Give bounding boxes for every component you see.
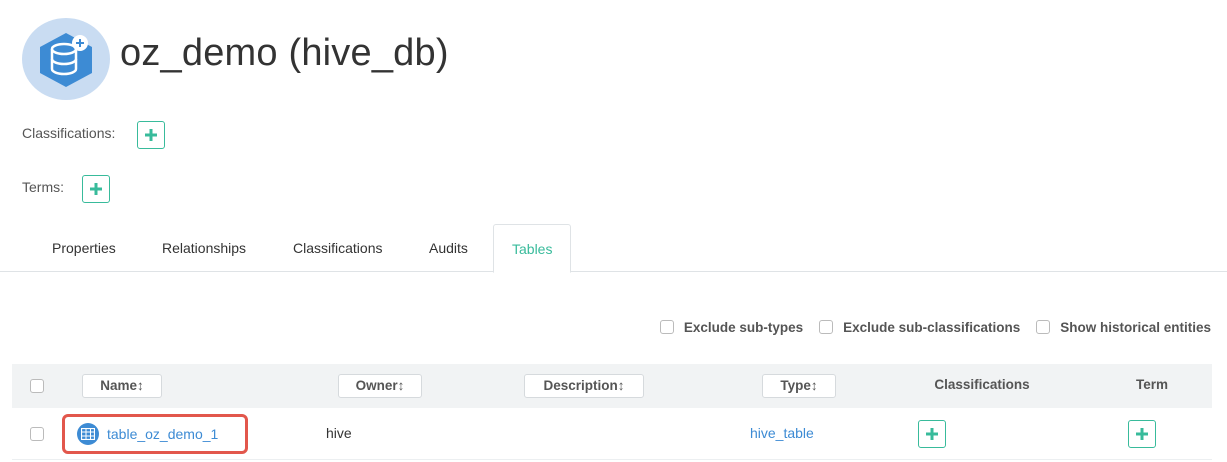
table-filters: Exclude sub-types Exclude sub-classifica…	[659, 316, 1211, 338]
tab-classifications[interactable]: Classifications	[293, 224, 382, 272]
plus-icon	[926, 428, 938, 440]
page-title: oz_demo (hive_db)	[120, 32, 449, 74]
type-link[interactable]: hive_table	[750, 425, 814, 441]
tab-audits[interactable]: Audits	[429, 224, 468, 272]
column-header-name[interactable]: Name↕	[82, 374, 162, 398]
table-header: Name↕ Owner↕ Description↕ Type↕ Classifi…	[12, 364, 1212, 408]
show-historical-label: Show historical entities	[1060, 319, 1211, 335]
column-header-owner[interactable]: Owner↕	[338, 374, 422, 398]
add-term-button[interactable]	[82, 175, 110, 203]
classifications-label: Classifications:	[22, 125, 116, 141]
exclude-subclassifications-filter[interactable]: Exclude sub-classifications	[819, 320, 1020, 335]
plus-icon	[90, 183, 102, 195]
show-historical-checkbox[interactable]	[1036, 320, 1051, 334]
exclude-subtypes-label: Exclude sub-types	[683, 319, 804, 335]
table-name-link[interactable]: table_oz_demo_1	[107, 426, 218, 442]
owner-cell: hive	[326, 425, 352, 441]
table-icon	[77, 423, 99, 445]
tab-properties[interactable]: Properties	[52, 224, 116, 272]
column-header-type[interactable]: Type↕	[762, 374, 836, 398]
select-all-checkbox[interactable]	[30, 379, 44, 393]
table-name-cell: table_oz_demo_1	[62, 414, 248, 454]
terms-label: Terms:	[22, 179, 64, 195]
table-row: table_oz_demo_1 hive hive_table	[12, 408, 1212, 460]
column-header-term: Term	[1135, 377, 1168, 392]
database-logo-icon	[22, 18, 110, 100]
exclude-subclassifications-label: Exclude sub-classifications	[843, 319, 1021, 335]
plus-icon	[145, 129, 157, 141]
exclude-subtypes-filter[interactable]: Exclude sub-types	[659, 319, 804, 335]
column-header-classifications: Classifications	[934, 377, 1030, 392]
row-checkbox[interactable]	[30, 427, 44, 441]
exclude-subclassifications-checkbox[interactable]	[819, 320, 834, 334]
plus-icon	[1136, 428, 1148, 440]
column-header-description[interactable]: Description↕	[524, 374, 644, 398]
tables-grid: Name↕ Owner↕ Description↕ Type↕ Classifi…	[12, 364, 1212, 460]
exclude-subtypes-checkbox[interactable]	[659, 320, 674, 334]
detail-tabs: Properties Relationships Classifications…	[0, 224, 1227, 273]
add-row-term-button[interactable]	[1128, 420, 1156, 448]
add-row-classification-button[interactable]	[918, 420, 946, 448]
tab-tables[interactable]: Tables	[493, 224, 572, 273]
tab-relationships[interactable]: Relationships	[162, 224, 246, 272]
show-historical-filter[interactable]: Show historical entities	[1036, 320, 1211, 335]
add-classification-button[interactable]	[137, 121, 165, 149]
